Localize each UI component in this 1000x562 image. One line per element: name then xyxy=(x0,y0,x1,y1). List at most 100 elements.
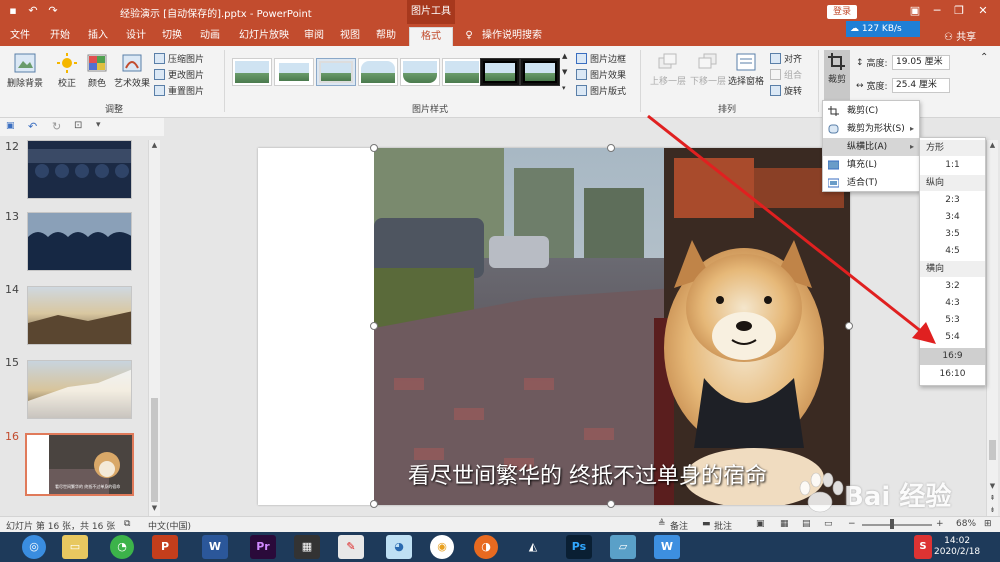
fit-to-window-icon[interactable]: ⊞ xyxy=(984,519,992,529)
resize-handle-right[interactable] xyxy=(845,322,853,330)
aspect-5-3[interactable]: 5:3 xyxy=(920,312,985,329)
zoom-slider-thumb[interactable] xyxy=(890,519,894,529)
next-slide-icon[interactable]: ⇟ xyxy=(987,505,998,516)
notes-icon[interactable]: ≜ xyxy=(658,519,666,529)
picture-layout-button[interactable]: 图片版式 xyxy=(576,84,626,97)
tab-home[interactable]: 开始 xyxy=(46,27,74,46)
tab-review[interactable]: 审阅 xyxy=(300,27,328,46)
aspect-2-3[interactable]: 2:3 xyxy=(920,192,985,209)
picture-style-3[interactable] xyxy=(316,58,356,86)
picture-style-5[interactable] xyxy=(400,58,440,86)
word-icon[interactable]: W xyxy=(202,535,228,559)
artistic-effects-button[interactable]: 艺术效果 xyxy=(112,52,152,89)
picture-style-4[interactable] xyxy=(358,58,398,86)
assistant-icon[interactable]: ◕ xyxy=(386,535,412,559)
slide-thumbnail-15[interactable] xyxy=(27,360,132,419)
color-button[interactable]: 颜色 xyxy=(84,52,110,89)
antivirus-tray-icon[interactable]: S xyxy=(914,535,932,559)
wps-writer-icon[interactable]: W xyxy=(654,535,680,559)
zoom-level[interactable]: 68% xyxy=(956,519,976,529)
aspect-3-2[interactable]: 3:2 xyxy=(920,278,985,295)
scroll-up-icon[interactable]: ▲ xyxy=(987,140,998,151)
collapse-ribbon-icon[interactable]: ⌃ xyxy=(980,52,988,63)
picture-style-7[interactable] xyxy=(480,58,520,86)
resize-handle-left[interactable] xyxy=(370,322,378,330)
width-input[interactable]: 25.4 厘米 xyxy=(892,78,950,93)
slide-caption[interactable]: 看尽世间繁华的 终抵不过单身的宿命 xyxy=(408,458,767,490)
redo-icon[interactable]: ↷ xyxy=(46,4,60,18)
close-button[interactable]: ✕ xyxy=(972,2,994,20)
notepad-icon[interactable]: ▱ xyxy=(610,535,636,559)
menu-item-crop[interactable]: 裁剪(C) xyxy=(823,102,919,120)
picture-style-2[interactable] xyxy=(274,58,314,86)
powerpoint-icon[interactable]: P xyxy=(152,535,178,559)
aspect-3-5[interactable]: 3:5 xyxy=(920,226,985,243)
tab-file[interactable]: 文件 xyxy=(6,27,34,46)
normal-view-icon[interactable]: ▣ xyxy=(756,519,765,529)
zoom-in-icon[interactable]: + xyxy=(936,519,944,529)
media-player-icon[interactable]: ◑ xyxy=(474,535,498,559)
minimize-button[interactable]: ─ xyxy=(926,2,948,20)
undo-icon[interactable]: ↶ xyxy=(28,120,37,133)
aspect-4-5[interactable]: 4:5 xyxy=(920,243,985,260)
chrome-icon[interactable]: ◉ xyxy=(430,535,454,559)
compress-pictures-button[interactable]: 压缩图片 xyxy=(154,52,204,65)
gallery-scroll-down[interactable]: ▼ xyxy=(562,68,567,76)
aspect-16-9[interactable]: 16:9 xyxy=(920,348,985,365)
group-button[interactable]: 组合 xyxy=(770,68,802,81)
height-input[interactable]: 19.05 厘米 xyxy=(892,55,950,70)
slide-thumbnail-12[interactable] xyxy=(27,140,132,199)
tab-help[interactable]: 帮助 xyxy=(372,27,400,46)
picture-style-8[interactable] xyxy=(520,58,560,86)
login-button[interactable]: 登录 xyxy=(827,5,857,19)
picture-effects-button[interactable]: 图片效果 xyxy=(576,68,626,81)
customize-toolbar-icon[interactable]: ▾ xyxy=(96,120,101,130)
slide-thumbnail-13[interactable] xyxy=(27,212,132,271)
restore-button[interactable]: ❐ xyxy=(948,2,970,20)
send-backward-button[interactable]: 下移一层 xyxy=(688,52,728,87)
picture-border-button[interactable]: 图片边框 xyxy=(576,52,626,65)
scrollbar-thumb[interactable] xyxy=(151,398,158,502)
menu-item-fit[interactable]: 适合(T) xyxy=(823,174,919,192)
slideshow-view-icon[interactable]: ▭ xyxy=(824,519,833,529)
qq-icon[interactable]: ◭ xyxy=(520,535,546,559)
save-icon[interactable]: ▪ xyxy=(6,4,20,18)
picture-style-1[interactable] xyxy=(232,58,272,86)
align-button[interactable]: 对齐 xyxy=(770,52,802,65)
aspect-3-4[interactable]: 3:4 xyxy=(920,209,985,226)
tab-view[interactable]: 视图 xyxy=(336,27,364,46)
scroll-down-icon[interactable]: ▼ xyxy=(987,481,998,492)
language-status[interactable]: 中文(中国) xyxy=(148,519,191,532)
slide-thumbnail-16[interactable]: 看尽世间繁华的 终抵不过单身的宿命 xyxy=(25,433,134,496)
crop-button[interactable]: 裁剪 xyxy=(824,50,850,100)
zoom-out-icon[interactable]: − xyxy=(848,519,856,529)
scroll-up-icon[interactable]: ▲ xyxy=(149,140,160,151)
reading-view-icon[interactable]: ▤ xyxy=(802,519,811,529)
menu-item-aspect-ratio[interactable]: 纵横比(A) ▸ xyxy=(823,138,919,156)
shiba-photo[interactable] xyxy=(374,148,850,505)
selection-pane-button[interactable]: 选择窗格 xyxy=(728,52,764,87)
rotate-button[interactable]: 旋转 xyxy=(770,84,802,97)
previous-slide-icon[interactable]: ⇞ xyxy=(987,493,998,504)
resize-handle-bottom[interactable] xyxy=(607,500,615,508)
picture-style-6[interactable] xyxy=(442,58,482,86)
slide-sorter-icon[interactable]: ▦ xyxy=(780,519,789,529)
reset-picture-button[interactable]: 重置图片 xyxy=(154,84,204,97)
thumbnails-scrollbar[interactable]: ▲ ▼ xyxy=(148,140,160,516)
share-button[interactable]: ⚇ 共享 xyxy=(944,28,976,43)
video-editor-icon[interactable]: ▦ xyxy=(294,535,320,559)
aspect-5-4[interactable]: 5:4 xyxy=(920,329,985,346)
file-explorer-icon[interactable]: ▭ xyxy=(62,535,88,559)
gallery-expand[interactable]: ▾ xyxy=(562,84,566,92)
bring-forward-button[interactable]: 上移一层 xyxy=(648,52,688,87)
aspect-4-3[interactable]: 4:3 xyxy=(920,295,985,312)
menu-item-fill[interactable]: 填充(L) xyxy=(823,156,919,174)
scrollbar-thumb[interactable] xyxy=(989,440,996,460)
tab-transitions[interactable]: 切换 xyxy=(158,27,186,46)
remove-background-button[interactable]: 删除背景 xyxy=(6,52,44,89)
corrections-button[interactable]: 校正 xyxy=(54,52,80,89)
comments-icon[interactable]: ▬ xyxy=(702,519,711,529)
save-icon[interactable]: ▣ xyxy=(6,121,15,131)
change-picture-button[interactable]: 更改图片 xyxy=(154,68,204,81)
tab-animations[interactable]: 动画 xyxy=(196,27,224,46)
